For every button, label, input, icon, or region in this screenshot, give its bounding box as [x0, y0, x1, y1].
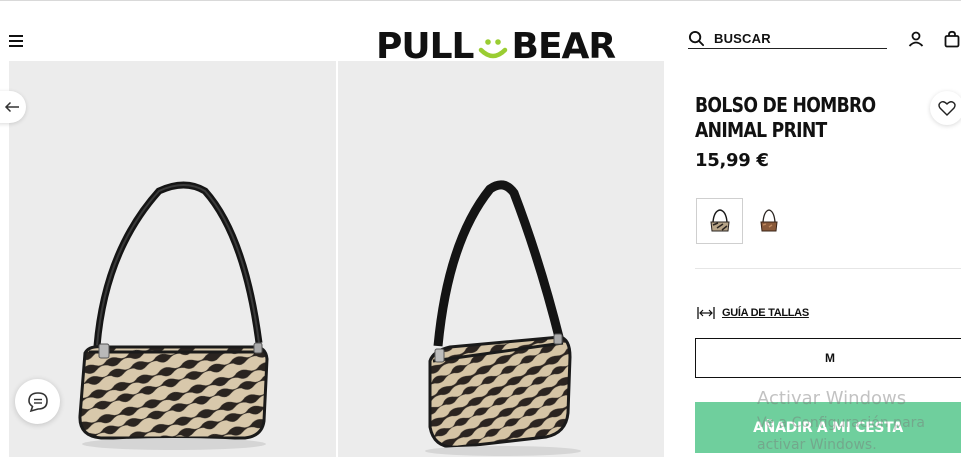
- heart-icon: [938, 101, 956, 116]
- top-border: [0, 0, 961, 1]
- menu-icon-bar: [9, 45, 23, 47]
- size-guide-label: GUÍA DE TALLAS: [722, 307, 809, 319]
- menu-icon-bar: [9, 35, 23, 37]
- arrow-left-icon: [4, 101, 19, 113]
- color-swatch-zebra[interactable]: [696, 198, 743, 244]
- favorite-button[interactable]: [930, 91, 961, 125]
- bag-thumbnail-brown: [759, 209, 778, 232]
- logo-text-right: BEAR: [511, 26, 617, 67]
- bag-icon[interactable]: [943, 30, 961, 48]
- color-swatch-brown[interactable]: [745, 198, 792, 244]
- logo-text-left: PULL: [376, 26, 474, 67]
- search-input[interactable]: BUSCAR: [688, 28, 887, 49]
- product-photo-side[interactable]: [338, 61, 664, 457]
- bag-side-image: [425, 180, 581, 456]
- search-placeholder: BUSCAR: [714, 30, 771, 46]
- user-icon[interactable]: [907, 30, 925, 48]
- product-title: BOLSO DE HOMBRO ANIMAL PRINT: [695, 93, 876, 142]
- menu-icon[interactable]: [9, 35, 25, 47]
- size-guide-icon: [697, 307, 715, 319]
- menu-icon-bar: [9, 40, 23, 42]
- chat-icon: [27, 391, 48, 412]
- chat-button[interactable]: [15, 379, 60, 424]
- size-guide-link[interactable]: GUÍA DE TALLAS: [697, 305, 809, 321]
- add-to-cart-button[interactable]: AÑADIR A MI CESTA: [695, 402, 961, 453]
- section-divider: [695, 268, 961, 269]
- search-icon: [688, 30, 705, 46]
- size-option-button[interactable]: M: [695, 338, 961, 378]
- smile-logo-icon: [478, 39, 507, 59]
- product-price: 15,99 €: [695, 150, 769, 171]
- bag-thumbnail-zebra: [709, 209, 730, 232]
